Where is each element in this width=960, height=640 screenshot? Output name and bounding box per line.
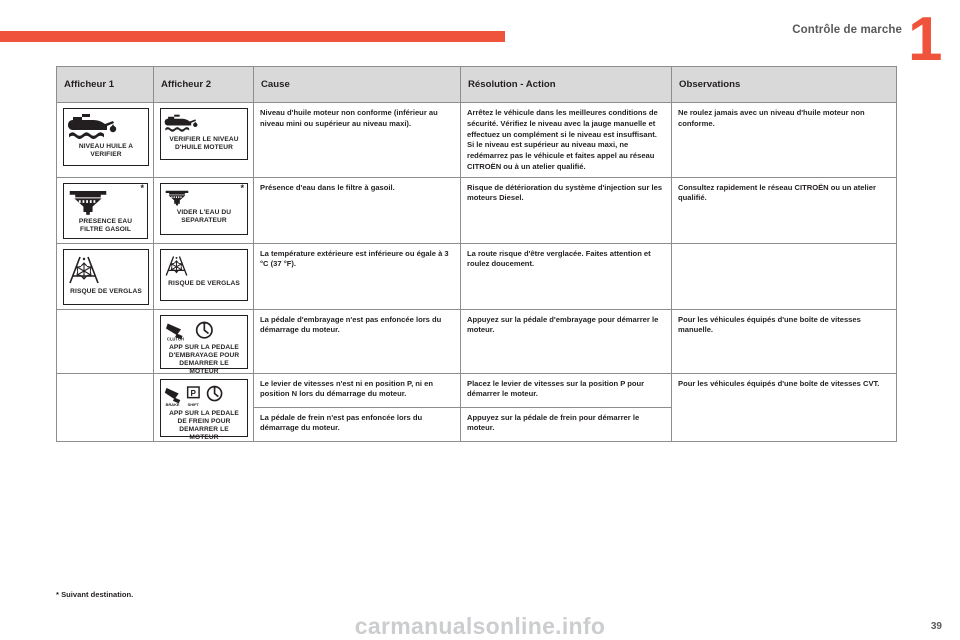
warning-tile-oil-level-2: VERIFIER LE NIVEAU D'HUILE MOTEUR bbox=[160, 108, 248, 160]
table-header-row: Afficheur 1 Afficheur 2 Cause Résolution… bbox=[56, 66, 897, 103]
warning-indicators-table: Afficheur 1 Afficheur 2 Cause Résolution… bbox=[56, 66, 897, 442]
cause-cell: La pédale de frein n'est pas enfoncée lo… bbox=[253, 406, 461, 442]
cause-cell: Niveau d'huile moteur non conforme (infé… bbox=[253, 102, 461, 178]
warning-tile-caption: APP SUR LA PEDALE D'EMBRAYAGE POUR DEMAR… bbox=[168, 343, 240, 375]
fuel-filter-water-icon bbox=[164, 189, 244, 206]
column-header-action: Résolution - Action bbox=[460, 66, 672, 103]
display1-cell bbox=[56, 372, 154, 442]
table-row: P BRAKE SHIFT APP SUR LA PEDALE DE FREIN… bbox=[56, 372, 897, 442]
warning-tile-ice-2: RISQUE DE VERGLAS bbox=[160, 248, 248, 301]
table-row: * PRESENCE EAU FILTRE GASOIL * VIDER L'E… bbox=[56, 176, 897, 244]
warning-tile-caption: RISQUE DE VERGLAS bbox=[70, 287, 142, 295]
column-header-observations: Observations bbox=[671, 66, 897, 103]
warning-tile-fuel-water-1: * PRESENCE EAU FILTRE GASOIL bbox=[63, 182, 148, 239]
table-row: NIVEAU HUILE A VERIFIER VERIFIER LE NIVE… bbox=[56, 102, 897, 178]
action-cell: Appuyez sur la pédale de frein pour déma… bbox=[460, 406, 672, 442]
column-header-display1: Afficheur 1 bbox=[56, 66, 154, 103]
warning-tile-caption: RISQUE DE VERGLAS bbox=[168, 279, 240, 287]
column-header-cause: Cause bbox=[253, 66, 461, 103]
observations-cell: Pour les véhicules équipés d'une boîte d… bbox=[671, 308, 897, 374]
warning-tile-caption: PRESENCE EAU FILTRE GASOIL bbox=[78, 217, 133, 233]
warning-tile-ice-1: RISQUE DE VERGLAS bbox=[63, 248, 149, 305]
oil-can-level-icon bbox=[164, 114, 244, 133]
warning-tile-brake-pedal: P BRAKE SHIFT APP SUR LA PEDALE DE FREIN… bbox=[160, 378, 248, 441]
footnote-asterisk: * bbox=[140, 182, 144, 193]
cause-cell: La température extérieure est inférieure… bbox=[253, 242, 461, 310]
display1-cell bbox=[56, 308, 154, 374]
header-accent-bar bbox=[0, 31, 505, 42]
cause-cell: La pédale d'embrayage n'est pas enfoncée… bbox=[253, 308, 461, 374]
svg-text:SHIFT: SHIFT bbox=[188, 401, 200, 406]
ice-warning-snowflake-icon bbox=[164, 255, 244, 277]
warning-tile-caption: VIDER L'EAU DU SEPARATEUR bbox=[176, 208, 232, 224]
action-cell: Placez le levier de vitesses sur la posi… bbox=[460, 372, 672, 408]
svg-text:P: P bbox=[191, 389, 197, 398]
table-row: CLUTCH APP SUR LA PEDALE D'EMBRAYAGE POU… bbox=[56, 308, 897, 375]
display2-cell: * VIDER L'EAU DU SEPARATEUR bbox=[153, 176, 254, 244]
display2-cell: P BRAKE SHIFT APP SUR LA PEDALE DE FREIN… bbox=[153, 372, 254, 442]
observations-cell: Ne roulez jamais avec un niveau d'huile … bbox=[671, 102, 897, 178]
cause-cell: Présence d'eau dans le filtre à gasoil. bbox=[253, 176, 461, 244]
warning-tile-clutch-pedal: CLUTCH APP SUR LA PEDALE D'EMBRAYAGE POU… bbox=[160, 314, 248, 375]
site-watermark: carmanualsonline.info bbox=[354, 612, 606, 639]
warning-tile-caption: VERIFIER LE NIVEAU D'HUILE MOTEUR bbox=[169, 136, 239, 152]
warning-tile-fuel-water-2: * VIDER L'EAU DU SEPARATEUR bbox=[160, 182, 248, 235]
footnote-asterisk: * bbox=[240, 182, 244, 193]
chapter-number: 1 bbox=[908, 5, 943, 74]
observations-cell: Pour les véhicules équipés d'une boîte d… bbox=[671, 372, 897, 442]
warning-tile-caption: APP SUR LA PEDALE DE FREIN POUR DEMARRER… bbox=[169, 409, 239, 441]
action-cell: Risque de détérioration du système d'inj… bbox=[460, 176, 672, 244]
observations-cell: Consultez rapidement le réseau CITROËN o… bbox=[671, 176, 897, 244]
fuel-filter-water-icon bbox=[67, 189, 144, 215]
display1-cell: RISQUE DE VERGLAS bbox=[56, 242, 154, 310]
clutch-pedal-icon: CLUTCH bbox=[164, 321, 244, 341]
ice-warning-snowflake-icon bbox=[67, 255, 145, 285]
display2-cell: RISQUE DE VERGLAS bbox=[153, 242, 254, 310]
svg-text:CLUTCH: CLUTCH bbox=[167, 336, 184, 340]
warning-tile-oil-level-1: NIVEAU HUILE A VERIFIER bbox=[63, 108, 149, 166]
oil-can-level-icon bbox=[67, 114, 145, 140]
table-row: RISQUE DE VERGLAS RISQUE DE VERGLAS La t… bbox=[56, 242, 897, 310]
manual-page: Contrôle de marche 1 Afficheur 1 Affiche… bbox=[0, 0, 960, 640]
footnote: * Suivant destination. bbox=[56, 590, 134, 599]
display2-cell: CLUTCH APP SUR LA PEDALE D'EMBRAYAGE POU… bbox=[153, 308, 254, 375]
display1-cell: * PRESENCE EAU FILTRE GASOIL bbox=[56, 176, 154, 244]
observations-cell bbox=[671, 242, 897, 310]
action-cell: La route risque d'être verglacée. Faites… bbox=[460, 242, 672, 310]
action-cell: Appuyez sur la pédale d'embrayage pour d… bbox=[460, 308, 672, 374]
action-cell: Arrêtez le véhicule dans les meilleures … bbox=[460, 102, 672, 178]
warning-tile-caption: NIVEAU HUILE A VERIFIER bbox=[78, 143, 134, 159]
cause-cell: Le levier de vitesses n'est ni en positi… bbox=[253, 372, 461, 408]
display2-cell: VERIFIER LE NIVEAU D'HUILE MOTEUR bbox=[153, 102, 254, 178]
page-title: Contrôle de marche bbox=[792, 24, 902, 36]
brake-pedal-shift-icon: P BRAKE SHIFT bbox=[164, 385, 244, 407]
column-header-display2: Afficheur 2 bbox=[153, 66, 254, 103]
svg-text:BRAKE: BRAKE bbox=[166, 401, 180, 406]
display1-cell: NIVEAU HUILE A VERIFIER bbox=[56, 102, 154, 178]
